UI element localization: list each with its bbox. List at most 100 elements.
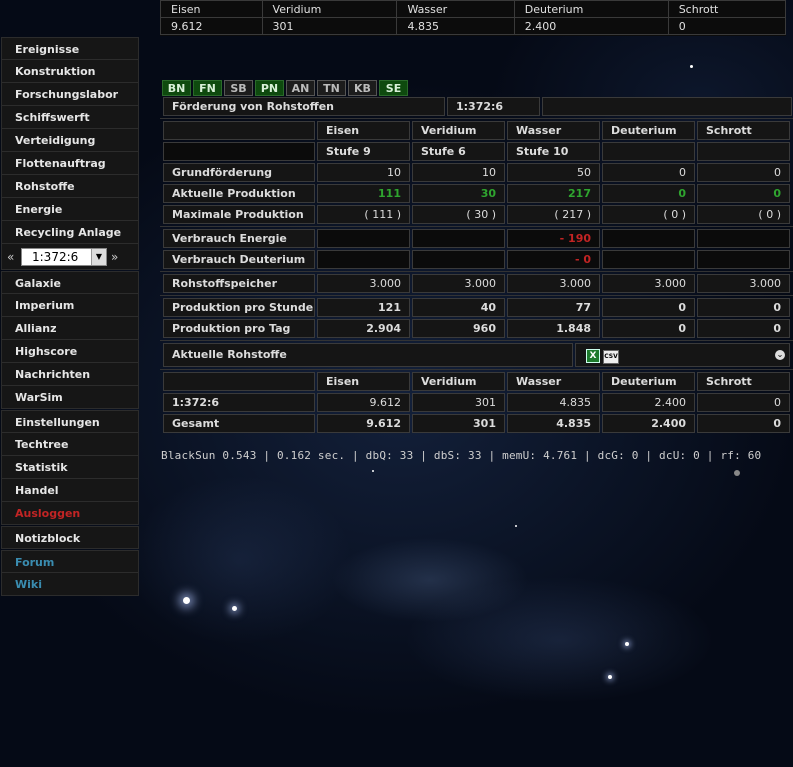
menu-item-energie[interactable]: Energie — [1, 198, 139, 221]
production-header-blank — [163, 121, 315, 140]
current-header-blank — [163, 372, 315, 391]
tab-tn[interactable]: TN — [317, 80, 346, 96]
moon — [734, 470, 740, 476]
resource-header-schrott: Schrott — [667, 0, 787, 18]
menu-item-einstellungen[interactable]: Einstellungen — [1, 410, 139, 433]
prev-planet-button[interactable]: « — [7, 250, 19, 264]
cell-schrott: 0 — [697, 393, 790, 412]
resource-header-deuterium: Deuterium — [513, 0, 669, 18]
tab-pn[interactable]: PN — [255, 80, 284, 96]
cell-eisen: 111 — [317, 184, 410, 203]
menu-item-schiffswerft[interactable]: Schiffswerft — [1, 106, 139, 129]
production-title: Förderung von Rohstoffen — [163, 97, 445, 116]
menu-item-forum[interactable]: Forum — [1, 550, 139, 573]
menu-item-nachrichten[interactable]: Nachrichten — [1, 363, 139, 386]
current-resources-title: Aktuelle Rohstoffe — [163, 343, 573, 367]
cell-schrott: ( 0 ) — [697, 205, 790, 224]
row-label: 1:372:6 — [163, 393, 315, 412]
menu-item-techtree[interactable]: Techtree — [1, 433, 139, 456]
csv-export-icon[interactable]: CSV — [603, 350, 619, 364]
cell-deuterium: 2.400 — [602, 414, 695, 433]
cell-veridium: 3.000 — [412, 274, 505, 293]
production-panel: Förderung von Rohstoffen 1:372:6 Eisen V… — [160, 97, 793, 435]
cell-deuterium: ( 0 ) — [602, 205, 695, 224]
menu-item-ereignisse[interactable]: Ereignisse — [1, 37, 139, 60]
cell-schrott: 0 — [697, 319, 790, 338]
current-header-eisen: Eisen — [317, 372, 410, 391]
production-header-deuterium: Deuterium — [602, 121, 695, 140]
cell-deuterium — [602, 250, 695, 269]
current-column-headers: Eisen Veridium Wasser Deuterium Schrott — [160, 372, 793, 391]
star — [515, 525, 517, 527]
row-verbrauch-energie: Verbrauch Energie - 190 — [160, 229, 793, 248]
planet-select[interactable]: 1:372:6 ▼ — [21, 247, 107, 266]
cell-deuterium — [602, 229, 695, 248]
cell-eisen: 9.612 — [317, 393, 410, 412]
cell-deuterium: 3.000 — [602, 274, 695, 293]
menu-item-highscore[interactable]: Highscore — [1, 340, 139, 363]
chevron-down-icon[interactable]: ▼ — [91, 248, 106, 265]
next-planet-button[interactable]: » — [111, 250, 123, 264]
cell-eisen: 121 — [317, 298, 410, 317]
cell-wasser: ( 217 ) — [507, 205, 600, 224]
row-label: Produktion pro Stunde — [163, 298, 315, 317]
cell-wasser: 1.848 — [507, 319, 600, 338]
filter-tabs: BN FN SB PN AN TN KB SE — [162, 80, 408, 96]
cell-eisen — [317, 229, 410, 248]
tab-fn[interactable]: FN — [193, 80, 222, 96]
cell-schrott: 0 — [697, 414, 790, 433]
cell-veridium: ( 30 ) — [412, 205, 505, 224]
production-header-veridium: Veridium — [412, 121, 505, 140]
cell-schrott: 3.000 — [697, 274, 790, 293]
menu-item-konstruktion[interactable]: Konstruktion — [1, 60, 139, 83]
menu-item-allianz[interactable]: Allianz — [1, 317, 139, 340]
tab-se[interactable]: SE — [379, 80, 408, 96]
cell-wasser: 4.835 — [507, 393, 600, 412]
row-grundfoerderung: Grundförderung 10 10 50 0 0 — [160, 163, 793, 182]
cell-veridium — [412, 250, 505, 269]
menu-item-wiki[interactable]: Wiki — [1, 573, 139, 596]
menu-item-ausloggen[interactable]: Ausloggen — [1, 502, 139, 525]
menu-item-warsim[interactable]: WarSim — [1, 386, 139, 409]
production-header-schrott: Schrott — [697, 121, 790, 140]
production-levels-row: Stufe 9 Stufe 6 Stufe 10 — [160, 142, 793, 161]
current-header-wasser: Wasser — [507, 372, 600, 391]
production-header-eisen: Eisen — [317, 121, 410, 140]
cell-eisen — [317, 250, 410, 269]
cell-veridium: 960 — [412, 319, 505, 338]
cell-schrott — [697, 250, 790, 269]
level-deuterium — [602, 142, 695, 161]
current-header-veridium: Veridium — [412, 372, 505, 391]
menu-item-notizblock[interactable]: Notizblock — [1, 526, 139, 549]
resource-header-veridium: Veridium — [261, 0, 398, 18]
star — [372, 470, 374, 472]
cell-wasser: 4.835 — [507, 414, 600, 433]
menu-item-galaxie[interactable]: Galaxie — [1, 271, 139, 294]
cell-wasser: - 190 — [507, 229, 600, 248]
tab-sb[interactable]: SB — [224, 80, 253, 96]
menu-item-handel[interactable]: Handel — [1, 479, 139, 502]
excel-export-icon[interactable]: X — [586, 349, 600, 363]
row-produktion-pro-tag: Produktion pro Tag 2.904 960 1.848 0 0 — [160, 319, 793, 338]
planet-selector-row: « 1:372:6 ▼ » — [1, 244, 139, 270]
menu-item-flottenauftrag[interactable]: Flottenauftrag — [1, 152, 139, 175]
tab-bn[interactable]: BN — [162, 80, 191, 96]
menu-item-rohstoffe[interactable]: Rohstoffe — [1, 175, 139, 198]
row-label: Aktuelle Produktion — [163, 184, 315, 203]
row-aktuelle-produktion: Aktuelle Produktion 111 30 217 0 0 — [160, 184, 793, 203]
tab-kb[interactable]: KB — [348, 80, 377, 96]
cell-wasser: 50 — [507, 163, 600, 182]
tab-an[interactable]: AN — [286, 80, 315, 96]
resource-value-schrott: 0 — [667, 17, 787, 35]
menu-item-statistik[interactable]: Statistik — [1, 456, 139, 479]
row-label: Maximale Produktion — [163, 205, 315, 224]
menu-item-imperium[interactable]: Imperium — [1, 294, 139, 317]
menu-item-forschungslabor[interactable]: Forschungslabor — [1, 83, 139, 106]
cell-deuterium: 2.400 — [602, 393, 695, 412]
menu-item-recycling-anlage[interactable]: Recycling Anlage — [1, 221, 139, 244]
cell-deuterium: 0 — [602, 298, 695, 317]
production-title-empty — [542, 97, 792, 116]
collapse-icon[interactable]: ⌄ — [775, 350, 785, 360]
resource-value-eisen: 9.612 — [160, 17, 263, 35]
menu-item-verteidigung[interactable]: Verteidigung — [1, 129, 139, 152]
